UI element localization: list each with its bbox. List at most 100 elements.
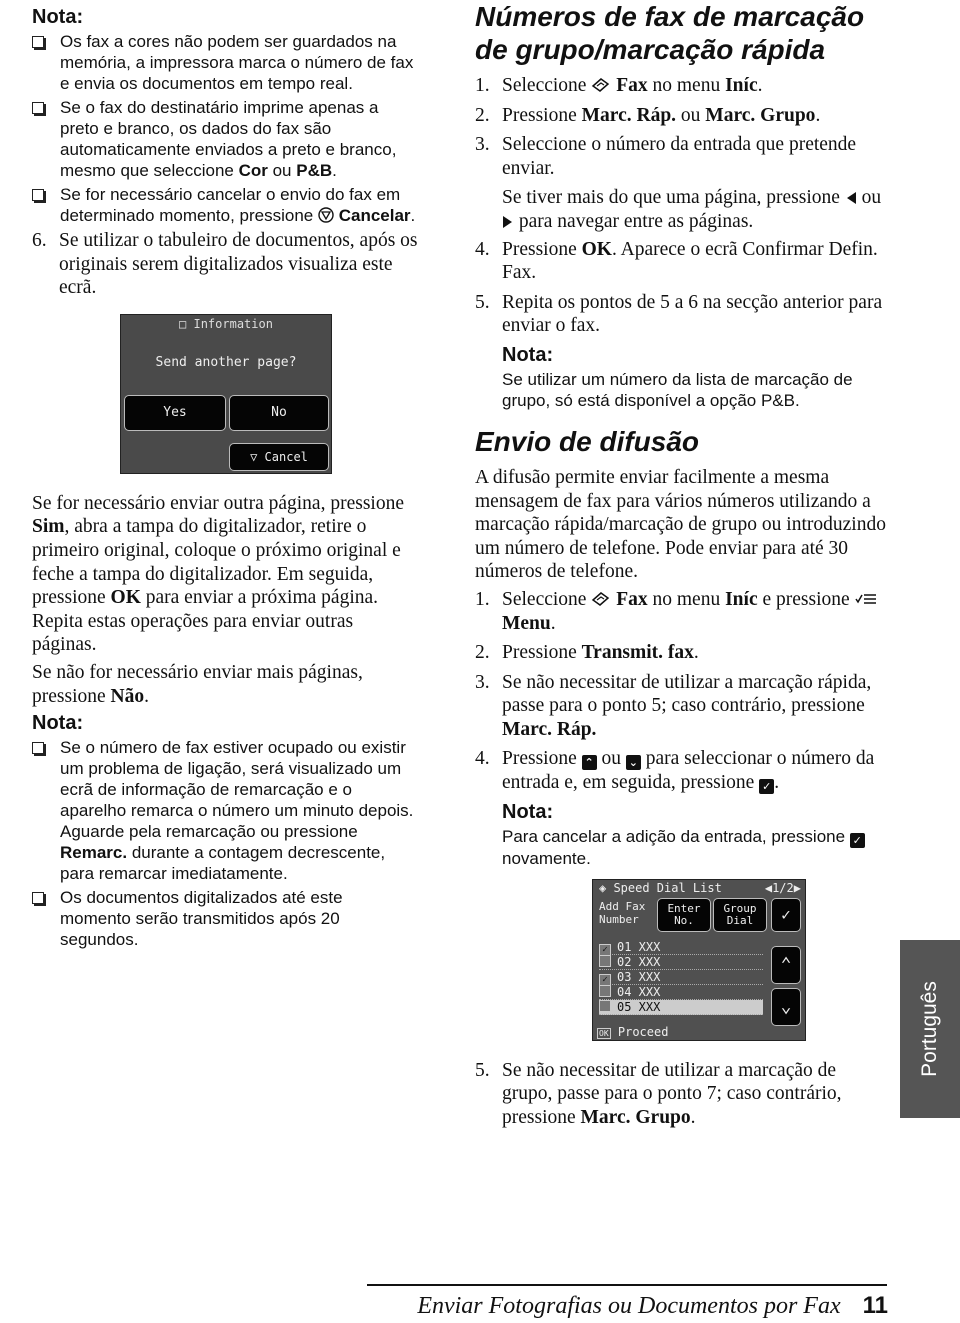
- step: 5. Se não necessitar de utilizar a marcaç…: [475, 1059, 887, 1130]
- step-number: 5.: [475, 291, 490, 313]
- step: 2. Pressione Transmit. fax.: [475, 641, 887, 665]
- step: 6. Se utilizar o tabuleiro de documentos,…: [32, 229, 418, 300]
- text-run: Pressione: [502, 238, 582, 260]
- paragraph: Se tiver mais do que uma página, pressio…: [475, 186, 887, 233]
- text-run: .: [815, 104, 821, 126]
- up-button-icon: ⌃: [581, 748, 597, 771]
- group-dial-button[interactable]: Group Dial: [713, 897, 767, 932]
- bold-term: Iníc: [725, 588, 758, 610]
- check-button[interactable]: ✓: [771, 897, 801, 932]
- cancel-button[interactable]: ▽ Cancel: [229, 442, 329, 471]
- bold-term: P&B: [296, 161, 333, 180]
- step: 1. Seleccione Fax no menu Iníc.: [475, 74, 887, 98]
- bold-term: Fax: [611, 75, 648, 96]
- step-number: 4.: [475, 238, 490, 260]
- speed-dial-entry[interactable]: ✓ 01 XXX: [599, 939, 763, 956]
- entry-label: 03 XXX: [617, 969, 661, 984]
- note-bullet: Os fax a cores não podem ser guardados n…: [32, 31, 418, 94]
- step: 4. Pressione ⌃ ou ⌄ para seleccionar o nú…: [475, 747, 887, 795]
- fax-icon: [591, 589, 611, 610]
- text-run: Se não for necessário enviar mais página…: [32, 661, 363, 707]
- bold-term: Remarc.: [60, 843, 128, 863]
- text-run: .: [550, 612, 556, 634]
- note-bullet: Os documentos digitalizados até este mom…: [32, 887, 418, 950]
- note-bullet: Se for necessário cancelar o envio do fa…: [32, 184, 418, 226]
- bold-term: Marc. Grupo: [705, 104, 816, 126]
- text-run: Repita os pontos de 5 a 6 na secção ante…: [502, 291, 883, 337]
- add-fax-number-label: Add Fax Number: [599, 899, 646, 926]
- section-heading: Números de fax de marcação de grupo/marc…: [475, 1, 865, 65]
- text-run: Pressione: [502, 748, 582, 770]
- fax-icon: [591, 75, 611, 96]
- text-run: .: [757, 75, 763, 96]
- right-arrow-icon: [502, 211, 514, 232]
- stop-icon: [318, 206, 334, 225]
- check-button-icon: ✓: [759, 772, 775, 795]
- text-run: .: [144, 685, 149, 707]
- no-button[interactable]: No: [229, 394, 329, 431]
- entry-label: 04 XXX: [617, 984, 661, 999]
- note-heading: Nota:: [502, 800, 554, 823]
- footer-divider: [367, 1284, 887, 1286]
- manual-page: Nota: Os fax a cores não podem ser guarda…: [0, 0, 960, 1323]
- text-run: no menu: [647, 588, 726, 610]
- scroll-down-button[interactable]: ⌄: [771, 987, 801, 1026]
- language-tab-label: Português: [918, 981, 941, 1077]
- text-run: e pressione: [757, 588, 855, 610]
- left-arrow-icon: [845, 187, 857, 208]
- entry-checkbox[interactable]: [599, 984, 611, 997]
- bullet-box-icon: [32, 36, 44, 48]
- step-number: 1.: [475, 588, 490, 610]
- entry-checkbox[interactable]: [599, 999, 611, 1012]
- text-run: ou: [856, 187, 882, 209]
- down-button-icon: ⌄: [625, 748, 641, 771]
- paragraph: Se não for necessário enviar mais página…: [32, 661, 418, 708]
- speed-dial-entry[interactable]: 05 XXX: [599, 999, 763, 1015]
- bullet-box-icon: [32, 892, 44, 905]
- paragraph: A difusão permite enviar facilmente a me…: [475, 466, 887, 584]
- step-number: 2.: [475, 104, 490, 126]
- text-run: Se utilizar o tabuleiro de documentos, a…: [59, 230, 418, 299]
- right-column: Números de fax de marcação de grupo/marc…: [475, 0, 887, 1135]
- step-number: 2.: [475, 642, 490, 664]
- speed-dial-entry[interactable]: 04 XXX: [599, 984, 763, 1000]
- text-run: Seleccione o número da entrada que prete…: [502, 134, 857, 179]
- note-heading: Nota:: [32, 6, 84, 28]
- speed-dial-entry[interactable]: ✓ 03 XXX: [599, 969, 763, 986]
- check-button-icon: ✓: [849, 827, 865, 848]
- speed-dial-list-screen: ◈ Speed Dial List ◀1/2▶ Add Fax Number E…: [592, 878, 806, 1041]
- text-run: Se tiver mais do que uma página, pressio…: [502, 187, 845, 209]
- note-text: Se utilizar um número da lista de marcaç…: [475, 369, 887, 411]
- text-run: ou: [676, 104, 706, 126]
- note-text: Para cancelar a adição da entrada, press…: [475, 826, 887, 869]
- bold-term: Iníc: [725, 75, 758, 96]
- enter-number-button[interactable]: Enter No.: [657, 897, 711, 932]
- note-bullet: Se o fax do destinatário imprime apenas …: [32, 97, 418, 181]
- note-heading: Nota:: [502, 343, 554, 366]
- section-heading: Envio de difusão: [475, 425, 700, 457]
- list-title: Speed Dial List: [613, 880, 722, 895]
- text-run: A difusão permite enviar facilmente a me…: [475, 466, 886, 583]
- bold-term: Sim: [32, 516, 65, 538]
- bold-term: Fax: [611, 588, 648, 610]
- cancel-label: Cancel: [264, 449, 308, 464]
- text-run: ou: [267, 161, 297, 180]
- entry-checkbox[interactable]: [599, 954, 611, 967]
- scroll-up-button[interactable]: ⌃: [771, 945, 801, 984]
- bold-term: Transmit. fax: [581, 642, 694, 664]
- step-number: 3.: [475, 134, 490, 156]
- step-number: 5.: [475, 1059, 490, 1081]
- bold-term: Marc. Grupo: [580, 1106, 691, 1128]
- yes-button[interactable]: Yes: [124, 394, 226, 431]
- speed-dial-entry[interactable]: 02 XXX: [599, 954, 763, 970]
- bold-term: Não: [110, 685, 145, 707]
- info-title: Information: [193, 316, 273, 331]
- entry-label: 01 XXX: [617, 939, 661, 954]
- bold-term: Marc. Ráp.: [502, 718, 597, 740]
- page-indicator[interactable]: ◀1/2▶: [765, 881, 801, 895]
- bold-term: Marc. Ráp.: [581, 104, 677, 126]
- bold-term: Menu: [502, 612, 551, 634]
- step: 1. Seleccione Fax no menu Iníc e pression…: [475, 588, 887, 635]
- text-run: para navegar entre as páginas.: [514, 210, 754, 232]
- bold-term: OK: [581, 238, 612, 260]
